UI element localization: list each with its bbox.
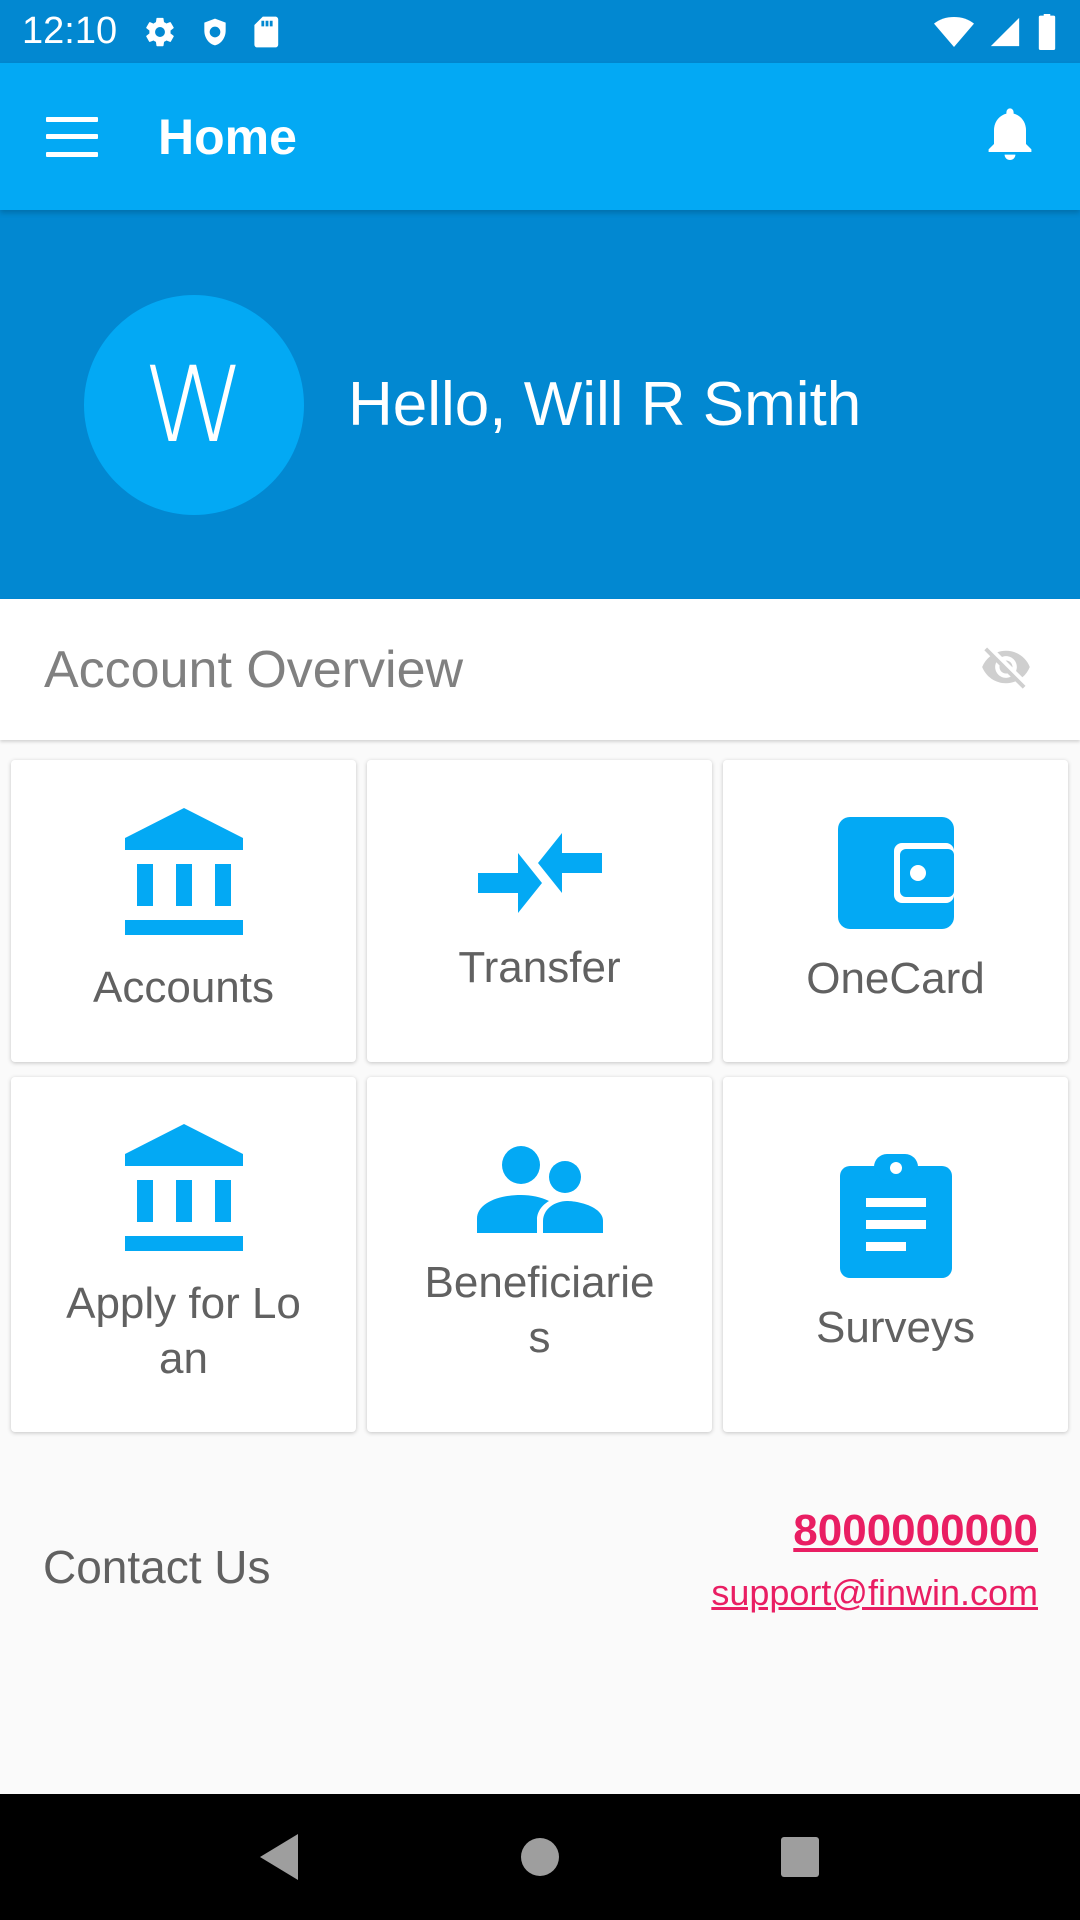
status-bar: 12:10	[0, 0, 1080, 63]
page-title: Home	[158, 108, 297, 165]
tile-beneficiaries[interactable]: Beneficiaries	[367, 1077, 712, 1432]
tile-surveys[interactable]: Surveys	[723, 1077, 1068, 1432]
recents-icon[interactable]	[750, 1807, 850, 1907]
settings-icon	[143, 15, 177, 49]
greeting-header: W Hello, Will R Smith	[0, 210, 1080, 599]
app-bar: Home	[0, 63, 1080, 210]
status-time: 12:10	[22, 10, 118, 52]
wallet-icon	[837, 816, 954, 929]
tile-label: OneCard	[806, 953, 985, 1003]
tile-apply-for-loan[interactable]: Apply for Loan	[11, 1077, 356, 1432]
battery-icon	[1036, 13, 1058, 50]
tile-transfer[interactable]: Transfer	[367, 760, 712, 1062]
shield-icon	[199, 15, 231, 49]
contact-label: Contact Us	[43, 1541, 271, 1593]
transfer-icon	[477, 828, 602, 918]
tile-accounts[interactable]: Accounts	[11, 760, 356, 1062]
bell-icon[interactable]	[986, 107, 1034, 166]
menu-icon[interactable]	[46, 116, 98, 157]
bank-icon	[124, 1123, 243, 1254]
back-icon[interactable]	[230, 1807, 330, 1907]
account-overview-title: Account Overview	[44, 640, 464, 699]
sd-card-icon	[253, 15, 281, 49]
feature-grid: Accounts Transfer OneCard Apply for Loan…	[11, 760, 1069, 1432]
contact-email-link[interactable]: support@finwin.com	[711, 1572, 1038, 1614]
tile-label: Accounts	[93, 962, 274, 1012]
tile-label: Surveys	[816, 1303, 975, 1352]
greeting-text: Hello, Will R Smith	[348, 370, 862, 439]
visibility-off-icon[interactable]	[976, 641, 1036, 698]
tile-label: Beneficiaries	[424, 1257, 655, 1362]
tile-label: Transfer	[458, 942, 621, 992]
people-icon	[476, 1145, 603, 1233]
tile-onecard[interactable]: OneCard	[723, 760, 1068, 1062]
contact-section: Contact Us 8000000000 support@finwin.com	[0, 1490, 1080, 1630]
account-overview-bar: Account Overview	[0, 599, 1080, 740]
wifi-icon	[934, 15, 974, 49]
tile-label: Apply for Loan	[66, 1278, 301, 1383]
bank-icon	[124, 807, 243, 938]
status-icons-right	[934, 13, 1058, 50]
status-icons-left	[143, 15, 281, 49]
signal-icon	[988, 15, 1022, 49]
system-nav-bar	[0, 1794, 1080, 1920]
clipboard-icon	[839, 1154, 952, 1278]
contact-phone-link[interactable]: 8000000000	[793, 1506, 1038, 1556]
avatar[interactable]: W	[84, 294, 304, 515]
home-icon[interactable]	[490, 1807, 590, 1907]
